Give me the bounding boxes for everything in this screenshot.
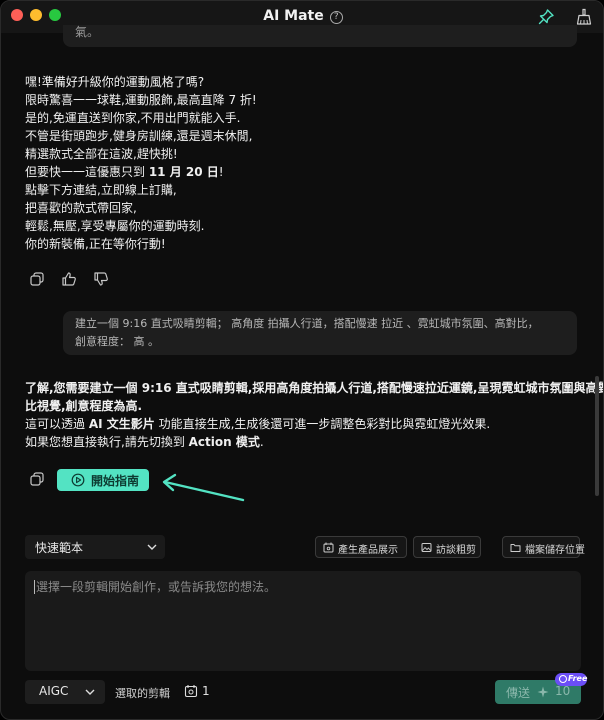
highlighted-date: 11 月 20 日: [148, 165, 219, 179]
template-select[interactable]: 快速範本: [25, 535, 165, 559]
previous-user-bubble: 氣。: [63, 25, 577, 47]
prompt-placeholder: 選擇一段剪輯開始創作，或告訴我您的想法。: [36, 580, 277, 594]
ai-mate-window: AI Mate? 氣。 嘿!準備好升級你的運動風格了嗎? 限時驚喜一一球鞋,運動…: [0, 0, 604, 720]
ai-message-line: 把喜歡的款式帶回家,: [25, 201, 137, 215]
sparkle-icon: [537, 686, 549, 698]
ai-message-promo: 嘿!準備好升級你的運動風格了嗎? 限時驚喜一一球鞋,運動服飾,最高直降 7 折!…: [25, 73, 257, 253]
ai-message-line: 精選款式全部在這波,趕快挑!: [25, 147, 178, 161]
ai-message-response: 了解,您需要建立一個 9:16 直式吸睛剪輯,採用高角度拍攝人行道,搭配慢速拉近…: [25, 379, 604, 451]
product-showcase-chip[interactable]: 產生產品展示: [315, 536, 407, 558]
chip-label: 訪談粗剪: [436, 545, 476, 556]
prompt-input[interactable]: 選擇一段剪輯開始創作，或告訴我您的想法。: [25, 571, 581, 671]
chip-label: 檔案儲存位置: [525, 545, 585, 556]
start-guide-label: 開始指南: [91, 474, 140, 488]
ai-message-line: 如果您想直接執行,請先切換到 Action 模式.: [25, 435, 264, 449]
selected-clips-count: 1: [202, 684, 210, 698]
thumbs-up-icon[interactable]: [61, 271, 77, 287]
ai-message-line: 了解,您需要建立一個 9:16 直式吸睛剪輯,採用高角度拍攝人行道,搭配慢速拉近…: [25, 381, 604, 395]
start-guide-button[interactable]: 開始指南: [57, 469, 149, 491]
ai-message-line: 比視覺,創意程度為高.: [25, 399, 143, 413]
copy-icon[interactable]: [29, 471, 45, 487]
free-badge: Free: [555, 673, 587, 686]
user-message-line: 創意程度： 高 。: [75, 335, 159, 348]
chip-label: 產生產品展示: [338, 545, 398, 556]
pin-icon[interactable]: [537, 8, 555, 26]
user-message-bubble: 建立一個 9:16 直式吸睛剪輯； 高角度 拍攝人行道，搭配慢速 拉近 、霓虹城…: [63, 311, 577, 355]
mode-select[interactable]: AIGC: [25, 680, 105, 704]
ai-message-line: 嘿!準備好升級你的運動風格了嗎?: [25, 75, 205, 89]
send-label: 傳送: [506, 686, 531, 700]
ai-message-line: 輕鬆,無壓,享受專屬你的運動時刻.: [25, 219, 205, 233]
interview-rough-cut-chip[interactable]: 訪談粗剪: [413, 536, 481, 558]
template-select-label: 快速範本: [35, 541, 84, 555]
user-message-line: 建立一個 9:16 直式吸睛剪輯； 高角度 拍攝人行道，搭配慢速 拉近 、霓虹城…: [75, 317, 539, 330]
ai-message-line: 點擊下方連結,立即線上訂購,: [25, 183, 177, 197]
ai-message-line: 這可以透過 AI 文生影片 功能直接生成,生成後還可進一步調整色彩對比與霓虹燈光…: [25, 417, 491, 431]
clear-chat-icon[interactable]: [575, 8, 593, 26]
previous-bubble-text: 氣。: [75, 25, 100, 39]
ai-message-line: 你的新裝備,正在等你行動!: [25, 237, 166, 251]
ai-message-line: 是的,免運直送到你家,不用出門就能入手.: [25, 111, 241, 125]
selected-clips-label: 選取的剪輯: [115, 687, 170, 700]
send-cost: 10: [555, 684, 571, 698]
coin-icon: [559, 675, 567, 683]
clip-icon: [184, 685, 198, 698]
ai-message-line: 限時驚喜一一球鞋,運動服飾,最高直降 7 折!: [25, 93, 257, 107]
chevron-down-icon: [85, 689, 95, 695]
image-icon: [421, 543, 432, 552]
ai-message-line: 但要快一一這優惠只到 11 月 20 日!: [25, 165, 224, 179]
text-caret: [34, 580, 35, 594]
copy-icon[interactable]: [29, 271, 45, 287]
help-icon[interactable]: ?: [329, 11, 343, 24]
chat-area: 氣。 嘿!準備好升級你的運動風格了嗎? 限時驚喜一一球鞋,運動服飾,最高直降 7…: [1, 25, 604, 523]
pointer-arrow-icon: [162, 473, 245, 502]
chat-scrollbar[interactable]: [595, 376, 599, 496]
calendar-icon: [323, 542, 334, 553]
file-save-location-chip[interactable]: 檔案儲存位置: [502, 536, 585, 558]
folder-icon: [510, 544, 521, 552]
window-title: AI Mate?: [1, 8, 603, 24]
mode-select-label: AIGC: [39, 684, 69, 698]
free-badge-label: Free: [568, 674, 588, 683]
play-circle-icon: [71, 473, 85, 487]
thumbs-down-icon[interactable]: [93, 271, 109, 287]
chevron-down-icon: [147, 544, 157, 550]
ai-message-line: 不管是街頭跑步,健身房訓練,還是週末休閒,: [25, 129, 253, 143]
